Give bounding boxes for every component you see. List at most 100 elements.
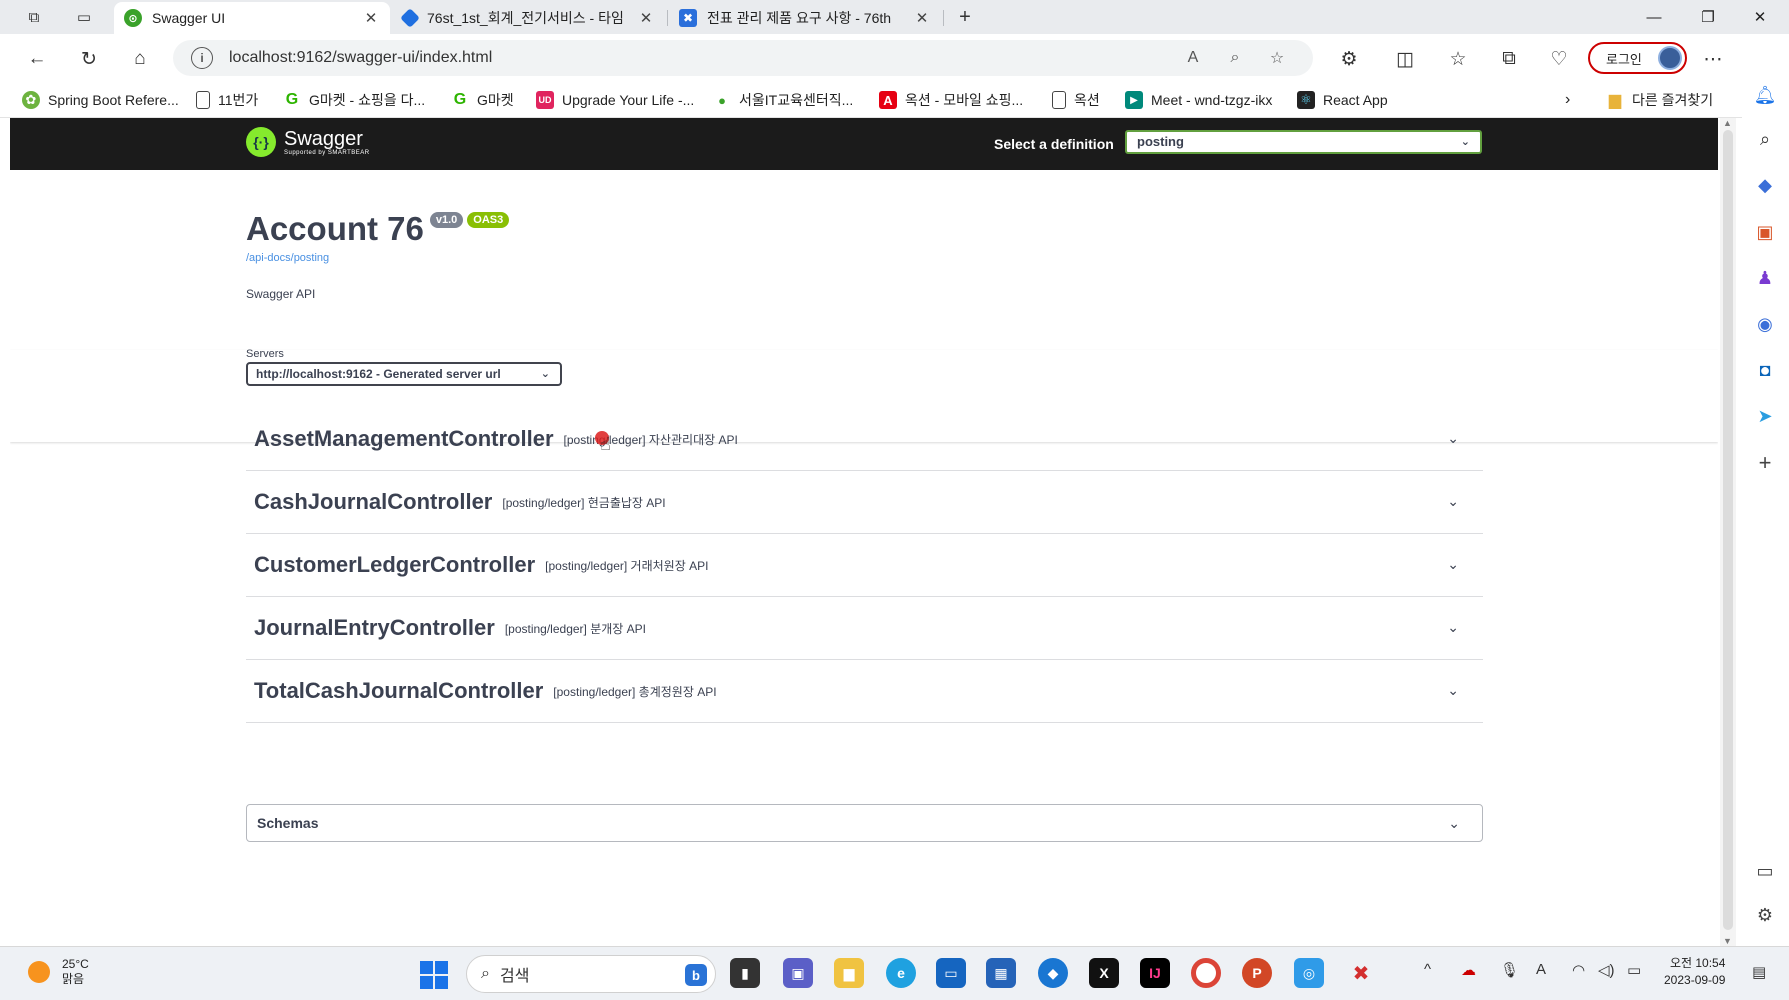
close-window-icon[interactable]: ✕ [1737, 4, 1783, 30]
games-icon[interactable]: ♟ [1750, 263, 1780, 293]
sidebar-toggle-icon[interactable]: ▭ [1750, 856, 1780, 886]
definition-select[interactable]: posting ⌄ [1125, 130, 1482, 154]
refresh-icon[interactable]: ↻ [74, 44, 104, 74]
page-scrollbar[interactable]: ▲ ▼ [1720, 118, 1736, 946]
teams-icon[interactable]: ▣ [783, 958, 813, 988]
wifi-icon[interactable]: ◠ [1572, 961, 1585, 979]
home-icon[interactable]: ⌂ [125, 44, 155, 74]
bookmark-react-app[interactable]: ⚛ React App [1297, 88, 1388, 112]
language-icon[interactable]: A [1536, 961, 1546, 978]
bookmark-11st[interactable]: 11번가 [196, 88, 258, 112]
bookmark-gmarket-shopping[interactable]: G G마켓 - 쇼핑을 다... [283, 88, 425, 112]
site-info-icon[interactable]: i [191, 47, 213, 69]
x-app-icon[interactable]: X [1089, 958, 1119, 988]
tab-actions-icon[interactable]: ▭ [72, 6, 96, 28]
chrome-icon[interactable] [1191, 958, 1221, 988]
controller-total-cash-journal[interactable]: TotalCashJournalController [posting/ledg… [246, 660, 1483, 723]
spec-url-link[interactable]: /api-docs/posting [246, 252, 509, 264]
powerpoint-icon[interactable]: P [1242, 958, 1272, 988]
tools-icon[interactable]: ▣ [1750, 217, 1780, 247]
notification-icon[interactable]: ▤ [1752, 963, 1766, 981]
shopping-tag-icon[interactable]: ◆ [1750, 170, 1780, 200]
edge-icon[interactable]: e [886, 958, 916, 988]
weather-widget[interactable]: 25°C 맑음 [28, 957, 89, 987]
bookmark-meet[interactable]: ▶ Meet - wnd-tzgz-ikx [1125, 88, 1272, 112]
controller-customer-ledger[interactable]: CustomerLedgerController [posting/ledger… [246, 534, 1483, 597]
chevron-down-icon[interactable]: ⌄ [1447, 619, 1459, 636]
read-aloud-icon[interactable]: A [1181, 47, 1205, 69]
new-tab-icon[interactable]: + [953, 6, 977, 28]
clock-time: 오전 10:54 [1669, 956, 1726, 970]
search-placeholder: 검색 [499, 968, 530, 985]
close-tab-icon[interactable]: ✕ [913, 9, 931, 27]
split-screen-icon[interactable]: ◫ [1390, 44, 1420, 74]
bookmark-upgrade[interactable]: UD Upgrade Your Life -... [536, 88, 694, 112]
controller-journal-entry[interactable]: JournalEntryController [posting/ledger] … [246, 597, 1483, 660]
chevron-down-icon[interactable]: ⌄ [1448, 815, 1460, 832]
login-button[interactable]: 로그인 [1588, 42, 1687, 74]
scroll-down-icon[interactable]: ▼ [1723, 936, 1732, 946]
microsoft365-icon[interactable]: ◉ [1750, 309, 1780, 339]
bookmark-auction[interactable]: 옥션 [1052, 88, 1100, 112]
file-explorer-icon[interactable]: ▆ [834, 958, 864, 988]
restore-icon[interactable]: ❐ [1685, 4, 1731, 30]
bookmark-auction-mobile[interactable]: A 옥션 - 모바일 쇼핑... [879, 88, 1023, 112]
send-icon[interactable]: ➤ [1750, 401, 1780, 431]
windows-start-icon[interactable] [420, 961, 448, 989]
taskbar-search[interactable]: ⌕ 검색 b [466, 955, 716, 993]
collections-icon[interactable]: ⧉ [1494, 44, 1524, 74]
bookmarks-overflow-icon[interactable]: › [1565, 88, 1570, 112]
microphone-icon[interactable]: 🎙︎ [1500, 961, 1519, 979]
page-icon [196, 91, 210, 109]
scroll-up-icon[interactable]: ▲ [1723, 118, 1732, 128]
jira-icon[interactable]: ◆ [1038, 958, 1068, 988]
close-tab-icon[interactable]: ✕ [362, 9, 380, 27]
zoom-icon[interactable]: ⌕ [1223, 47, 1247, 69]
store-icon[interactable]: ▦ [986, 958, 1016, 988]
confluence-icon[interactable]: ✖ [1346, 958, 1376, 988]
volume-icon[interactable]: ◁) [1598, 961, 1615, 979]
settings-gear-icon[interactable]: ⚙ [1750, 900, 1780, 930]
remote-desktop-icon[interactable]: ▭ [936, 958, 966, 988]
schemas-section[interactable]: Schemas ⌄ [246, 804, 1483, 842]
task-view-icon[interactable]: ▮ [730, 958, 760, 988]
battery-icon[interactable]: ▭ [1627, 961, 1641, 979]
controller-asset-management[interactable]: AssetManagementController [posting/ledge… [246, 408, 1483, 471]
tab-jira[interactable]: 76st_1st_회계_전기서비스 - 타임 ✕ [393, 2, 665, 34]
add-sidebar-icon[interactable]: + [1750, 448, 1780, 478]
favorites-icon[interactable]: ☆ [1443, 44, 1473, 74]
tab-divider [943, 10, 944, 26]
bookmark-spring-boot[interactable]: ✿ Spring Boot Refere... [22, 88, 179, 112]
cloud-icon[interactable]: ☁ [1461, 961, 1476, 979]
controller-cash-journal[interactable]: CashJournalController [posting/ledger] 현… [246, 471, 1483, 534]
tab-confluence[interactable]: ✖ 전표 관리 제품 요구 사항 - 76th ✕ [669, 2, 941, 34]
close-tab-icon[interactable]: ✕ [637, 9, 655, 27]
favorite-star-icon[interactable]: ☆ [1265, 47, 1289, 69]
bookmark-seoul-it[interactable]: ● 서울IT교육센터직... [713, 88, 853, 112]
system-clock[interactable]: 오전 10:54 2023-09-09 [1664, 955, 1725, 989]
outlook-icon[interactable]: ◘ [1750, 355, 1780, 385]
back-icon[interactable]: ← [22, 44, 52, 74]
browser-essentials-icon[interactable]: ♡ [1544, 44, 1574, 74]
swagger-logo[interactable]: {·} Swagger Supported by SMARTBEAR [246, 127, 370, 157]
extensions-icon[interactable]: ⚙ [1334, 44, 1364, 74]
search-icon[interactable]: ⌕ [1750, 124, 1780, 154]
bookmark-gmarket[interactable]: G G마켓 [451, 88, 514, 112]
workspaces-icon[interactable]: ⧉ [22, 6, 46, 28]
tab-swagger-ui[interactable]: ⊙ Swagger UI ✕ [114, 2, 390, 34]
bell-icon[interactable]: 🔔︎ [1750, 80, 1780, 110]
servers-select[interactable]: http://localhost:9162 - Generated server… [246, 362, 562, 386]
chevron-up-icon[interactable]: ^ [1424, 961, 1431, 978]
scroll-thumb[interactable] [1723, 130, 1733, 930]
chevron-down-icon[interactable]: ⌄ [1447, 430, 1459, 447]
chevron-down-icon[interactable]: ⌄ [1447, 682, 1459, 699]
tab-title: Swagger UI [152, 10, 226, 26]
chevron-down-icon[interactable]: ⌄ [1447, 556, 1459, 573]
address-bar[interactable]: i localhost:9162/swagger-ui/index.html A… [173, 40, 1313, 76]
bookmark-other-favorites[interactable]: ▆ 다른 즐겨찾기 [1606, 88, 1713, 112]
more-menu-icon[interactable]: ⋯ [1698, 44, 1728, 74]
camera-app-icon[interactable]: ◎ [1294, 958, 1324, 988]
minimize-icon[interactable]: — [1631, 4, 1677, 30]
intellij-icon[interactable]: IJ [1140, 958, 1170, 988]
chevron-down-icon[interactable]: ⌄ [1447, 493, 1459, 510]
